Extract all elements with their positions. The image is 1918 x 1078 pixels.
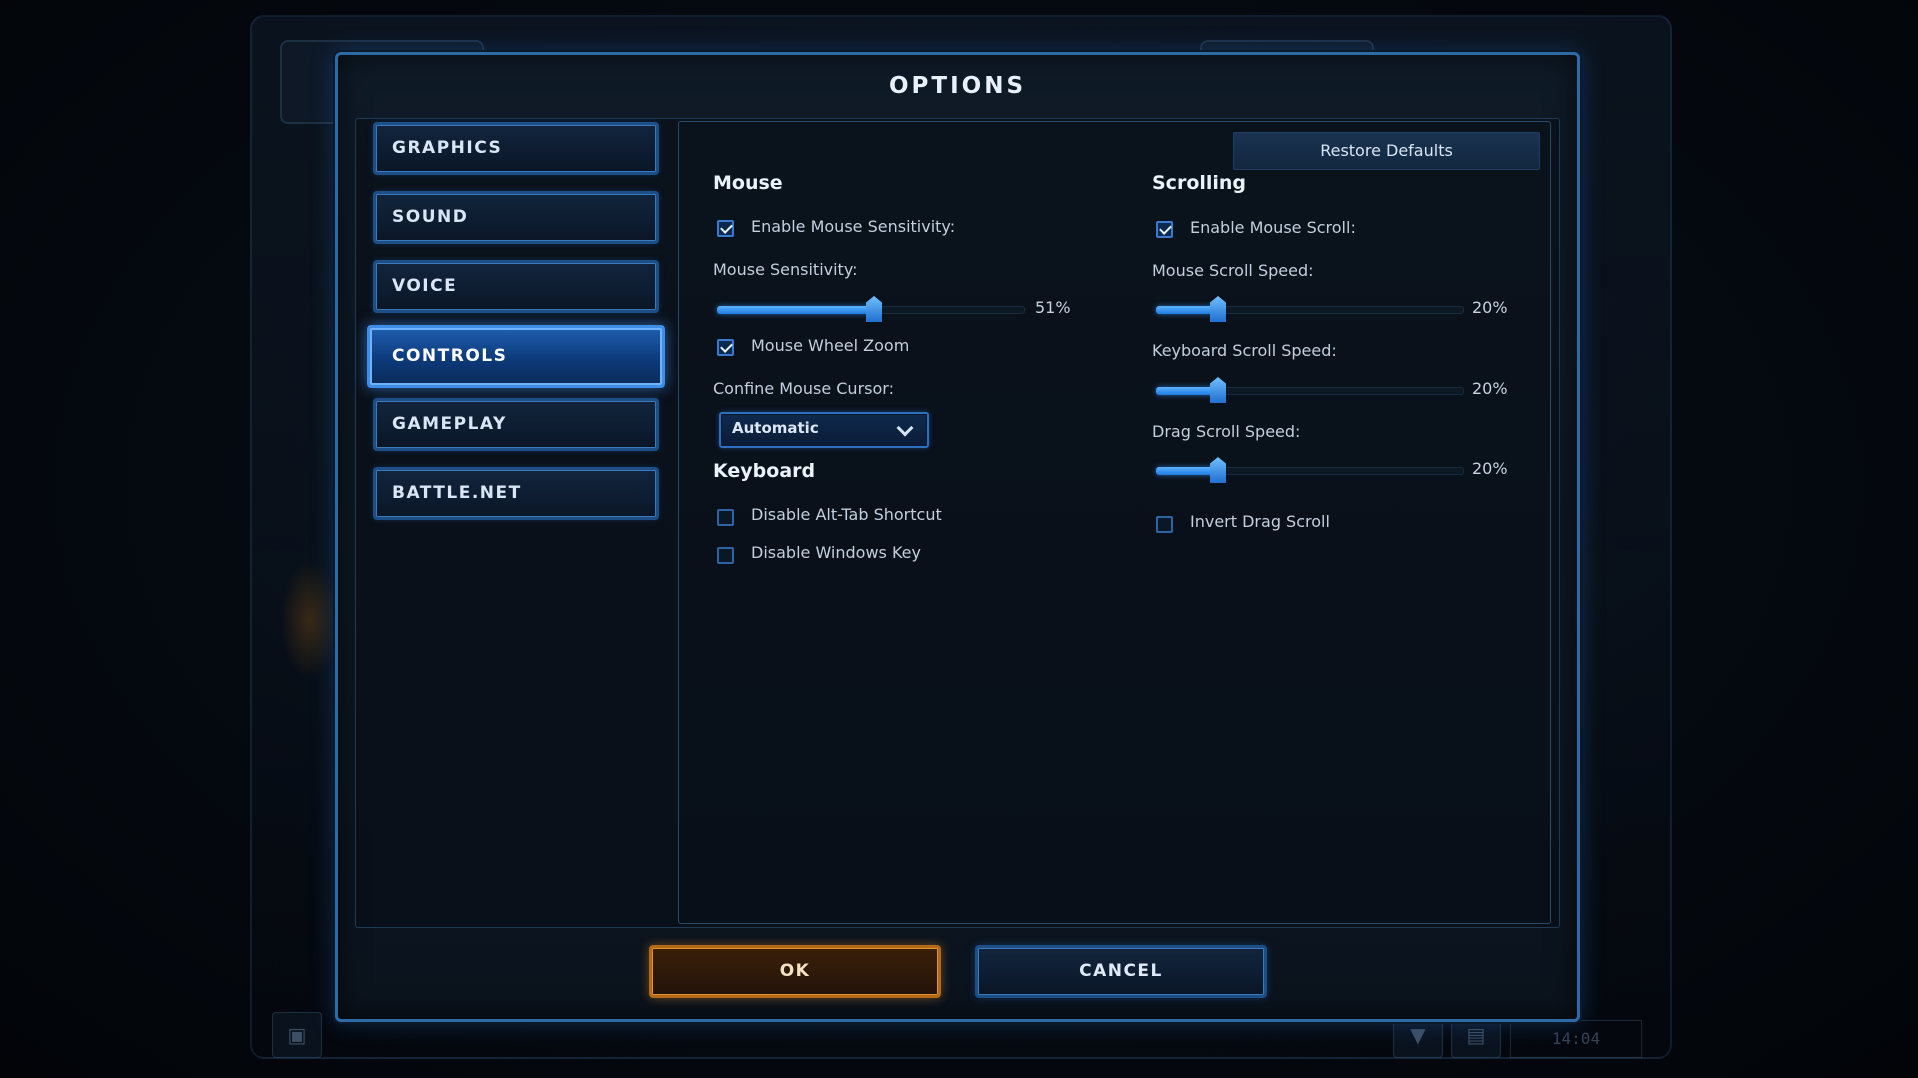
disable-windows-key-checkbox[interactable] <box>717 547 734 564</box>
mouse-section-title: Mouse <box>713 172 783 194</box>
check-icon <box>1159 222 1172 235</box>
nav-sound[interactable]: SOUND <box>373 191 659 244</box>
confine-mouse-cursor-dropdown[interactable]: Automatic <box>719 412 929 448</box>
nav-voice[interactable]: VOICE <box>373 260 659 313</box>
options-dialog: OPTIONS GRAPHICS SOUND VOICE CONTROLS GA… <box>335 52 1580 1022</box>
disable-windows-key-label: Disable Windows Key <box>751 543 921 562</box>
controls-panel: Restore Defaults Mouse Enable Mouse Sens… <box>678 121 1551 924</box>
nav-graphics[interactable]: GRAPHICS <box>373 122 659 175</box>
cancel-button[interactable]: CANCEL <box>975 945 1267 998</box>
enable-mouse-sensitivity-checkbox[interactable] <box>717 220 734 237</box>
disable-alt-tab-label: Disable Alt-Tab Shortcut <box>751 505 942 524</box>
slider-thumb[interactable] <box>1210 377 1226 403</box>
background-glow <box>280 560 340 680</box>
mouse-sensitivity-label: Mouse Sensitivity: <box>713 260 858 279</box>
ok-button[interactable]: OK <box>649 945 941 998</box>
keyboard-scroll-speed-value: 20% <box>1472 379 1508 398</box>
chevron-down-icon <box>896 419 914 437</box>
mouse-scroll-speed-label: Mouse Scroll Speed: <box>1152 261 1314 280</box>
invert-drag-scroll-checkbox[interactable] <box>1156 516 1173 533</box>
check-icon <box>720 221 733 234</box>
enable-mouse-scroll-checkbox[interactable] <box>1156 221 1173 238</box>
drag-scroll-speed-label: Drag Scroll Speed: <box>1152 422 1301 441</box>
slider-fill <box>717 306 874 314</box>
slider-fill <box>1156 467 1218 475</box>
slider-thumb[interactable] <box>1210 296 1226 322</box>
scrolling-section-title: Scrolling <box>1152 172 1247 194</box>
slider-fill <box>1156 306 1218 314</box>
keyboard-section-title: Keyboard <box>713 460 816 482</box>
mouse-scroll-speed-slider[interactable] <box>1156 296 1464 322</box>
dialog-title: OPTIONS <box>888 73 1027 99</box>
mouse-wheel-zoom-checkbox[interactable] <box>717 339 734 356</box>
mouse-wheel-zoom-label: Mouse Wheel Zoom <box>751 336 910 355</box>
slider-thumb[interactable] <box>1210 457 1226 483</box>
monitor-icon: ▣ <box>272 1012 322 1058</box>
restore-defaults-button[interactable]: Restore Defaults <box>1233 132 1540 170</box>
keyboard-scroll-speed-slider[interactable] <box>1156 377 1464 403</box>
enable-mouse-scroll-label: Enable Mouse Scroll: <box>1190 218 1356 237</box>
nav-battlenet[interactable]: BATTLE.NET <box>373 467 659 520</box>
confine-mouse-cursor-label: Confine Mouse Cursor: <box>713 379 894 398</box>
nav-controls[interactable]: CONTROLS <box>367 325 665 388</box>
slider-fill <box>1156 387 1218 395</box>
drag-scroll-speed-slider[interactable] <box>1156 457 1464 483</box>
slider-thumb[interactable] <box>866 296 882 322</box>
mouse-scroll-speed-value: 20% <box>1472 298 1508 317</box>
clock: 14:04 <box>1510 1020 1642 1058</box>
nav-gameplay[interactable]: GAMEPLAY <box>373 398 659 451</box>
drag-scroll-speed-value: 20% <box>1472 459 1508 478</box>
keyboard-scroll-speed-label: Keyboard Scroll Speed: <box>1152 341 1337 360</box>
check-icon <box>720 340 733 353</box>
mouse-sensitivity-value: 51% <box>1035 298 1071 317</box>
disable-alt-tab-checkbox[interactable] <box>717 509 734 526</box>
invert-drag-scroll-label: Invert Drag Scroll <box>1190 512 1330 531</box>
mouse-sensitivity-slider[interactable] <box>717 296 1025 322</box>
enable-mouse-sensitivity-label: Enable Mouse Sensitivity: <box>751 217 956 236</box>
dropdown-value: Automatic <box>732 419 819 437</box>
